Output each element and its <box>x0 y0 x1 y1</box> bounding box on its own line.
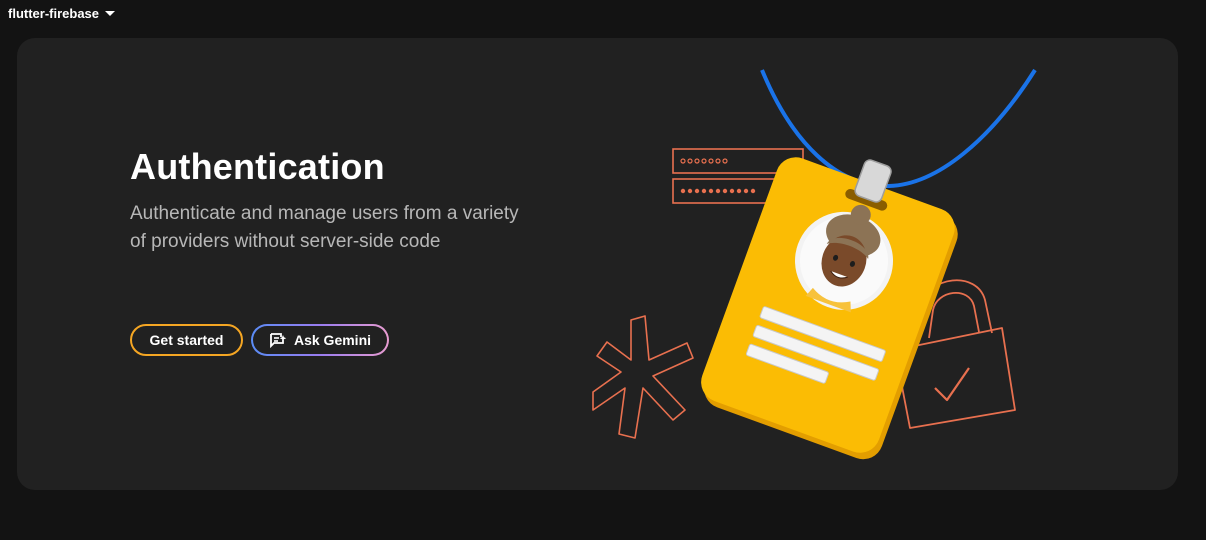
project-selector[interactable]: flutter-firebase <box>8 4 116 22</box>
id-badge-illustration <box>592 68 1037 460</box>
project-name: flutter-firebase <box>8 5 100 21</box>
asterisk-icon <box>592 315 694 439</box>
id-badge <box>701 157 958 460</box>
caret-down-icon <box>105 11 116 16</box>
authentication-hero-card: Authentication Authenticate and manage u… <box>17 38 1178 490</box>
